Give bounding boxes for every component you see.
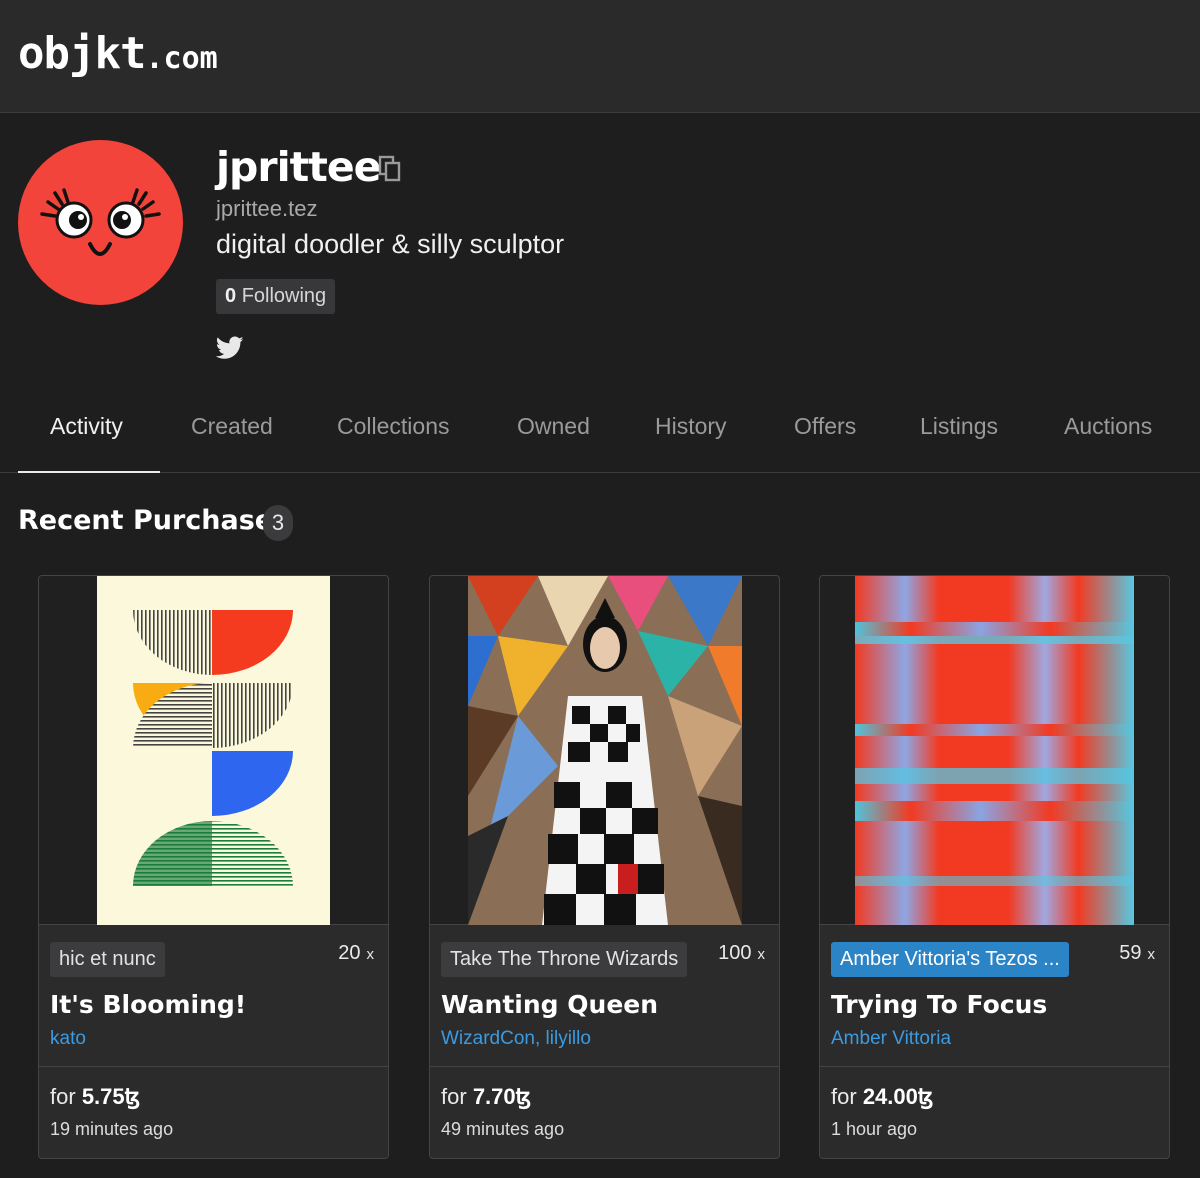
purchase-time: 1 hour ago (831, 1119, 918, 1139)
card-divider (430, 1066, 779, 1067)
profile-section: jprittee jprittee.tez digital doodler & … (0, 113, 1200, 393)
smiley-face-icon (40, 188, 161, 256)
tab-owned[interactable]: Owned (517, 413, 590, 440)
active-tab-indicator (18, 471, 160, 473)
edition-multiplier: x (366, 946, 375, 963)
artwork-wanting-queen (468, 576, 742, 925)
card-divider (820, 1066, 1169, 1067)
edition-number: 59 (1119, 942, 1142, 964)
tab-activity[interactable]: Activity (50, 413, 123, 440)
artwork-title[interactable]: It's Blooming! (50, 990, 246, 1019)
tab-created[interactable]: Created (191, 413, 273, 440)
tez-domain: jprittee.tez (216, 196, 318, 221)
price-prefix: for (831, 1084, 857, 1109)
creator-link[interactable]: kato (50, 1028, 86, 1050)
artwork-image[interactable] (39, 576, 388, 925)
price-value: 5.75 (81, 1084, 125, 1109)
section-title: Recent Purchases (18, 505, 290, 536)
purchase-card[interactable]: Take The Throne Wizards 100 x Wanting Que… (429, 575, 780, 1159)
tab-history[interactable]: History (655, 413, 727, 440)
logo-suffix: .com (145, 41, 218, 76)
edition-count: 100 x (718, 942, 765, 965)
purchase-time: 49 minutes ago (441, 1119, 565, 1139)
edition-multiplier: x (757, 946, 766, 963)
following-button[interactable]: 0 Following (216, 279, 336, 314)
edition-count: 59 x (1119, 942, 1155, 965)
edition-number: 20 (338, 942, 361, 964)
purchase-card[interactable]: Amber Vittoria's Tezos ... 59 x Trying To… (819, 575, 1170, 1159)
tez-currency-icon: ꜩ (917, 1084, 934, 1109)
purchase-price: for 5.75ꜩ (50, 1084, 140, 1110)
tab-collections[interactable]: Collections (337, 413, 450, 440)
objkt-logo[interactable]: objkt.com (18, 28, 218, 79)
top-header: objkt.com (0, 0, 1200, 113)
price-value: 7.70 (472, 1084, 516, 1109)
copy-icon[interactable] (378, 155, 402, 183)
artwork-image[interactable] (430, 576, 779, 925)
tez-currency-icon: ꜩ (515, 1084, 532, 1109)
artwork-title[interactable]: Trying To Focus (831, 990, 1047, 1019)
avatar (18, 140, 183, 305)
artwork-image[interactable] (820, 576, 1169, 925)
artwork-title[interactable]: Wanting Queen (441, 990, 658, 1019)
twitter-icon[interactable] (216, 336, 244, 360)
tab-auctions[interactable]: Auctions (1064, 413, 1152, 440)
edition-number: 100 (718, 942, 752, 964)
collection-badge[interactable]: Amber Vittoria's Tezos ... (831, 942, 1069, 977)
tab-offers[interactable]: Offers (794, 413, 856, 440)
creator-link[interactable]: Amber Vittoria (831, 1028, 951, 1050)
purchase-card[interactable]: hic et nunc 20 x It's Blooming! kato for … (38, 575, 389, 1159)
logo-main: objkt (18, 28, 146, 79)
collection-badge[interactable]: Take The Throne Wizards (441, 942, 687, 977)
card-divider (39, 1066, 388, 1067)
tab-listings[interactable]: Listings (920, 413, 998, 440)
profile-tabs: Activity Created Collections Owned Histo… (0, 393, 1200, 473)
tez-currency-icon: ꜩ (124, 1084, 141, 1109)
following-label: Following (241, 285, 327, 307)
following-count: 0 (225, 285, 237, 307)
profile-bio: digital doodler & silly sculptor (216, 229, 565, 259)
artwork-blooming (97, 576, 330, 925)
edition-count: 20 x (338, 942, 374, 965)
price-prefix: for (50, 1084, 76, 1109)
purchase-price: for 7.70ꜩ (441, 1084, 531, 1110)
collection-badge[interactable]: hic et nunc (50, 942, 165, 977)
purchase-count-badge: 3 (263, 505, 293, 541)
artwork-trying-to-focus (855, 576, 1134, 925)
purchase-time: 19 minutes ago (50, 1119, 174, 1139)
price-prefix: for (441, 1084, 467, 1109)
profile-username: jprittee (216, 143, 381, 191)
purchase-price: for 24.00ꜩ (831, 1084, 933, 1110)
price-value: 24.00 (862, 1084, 918, 1109)
creator-link[interactable]: WizardCon, lilyillo (441, 1028, 591, 1050)
edition-multiplier: x (1147, 946, 1156, 963)
